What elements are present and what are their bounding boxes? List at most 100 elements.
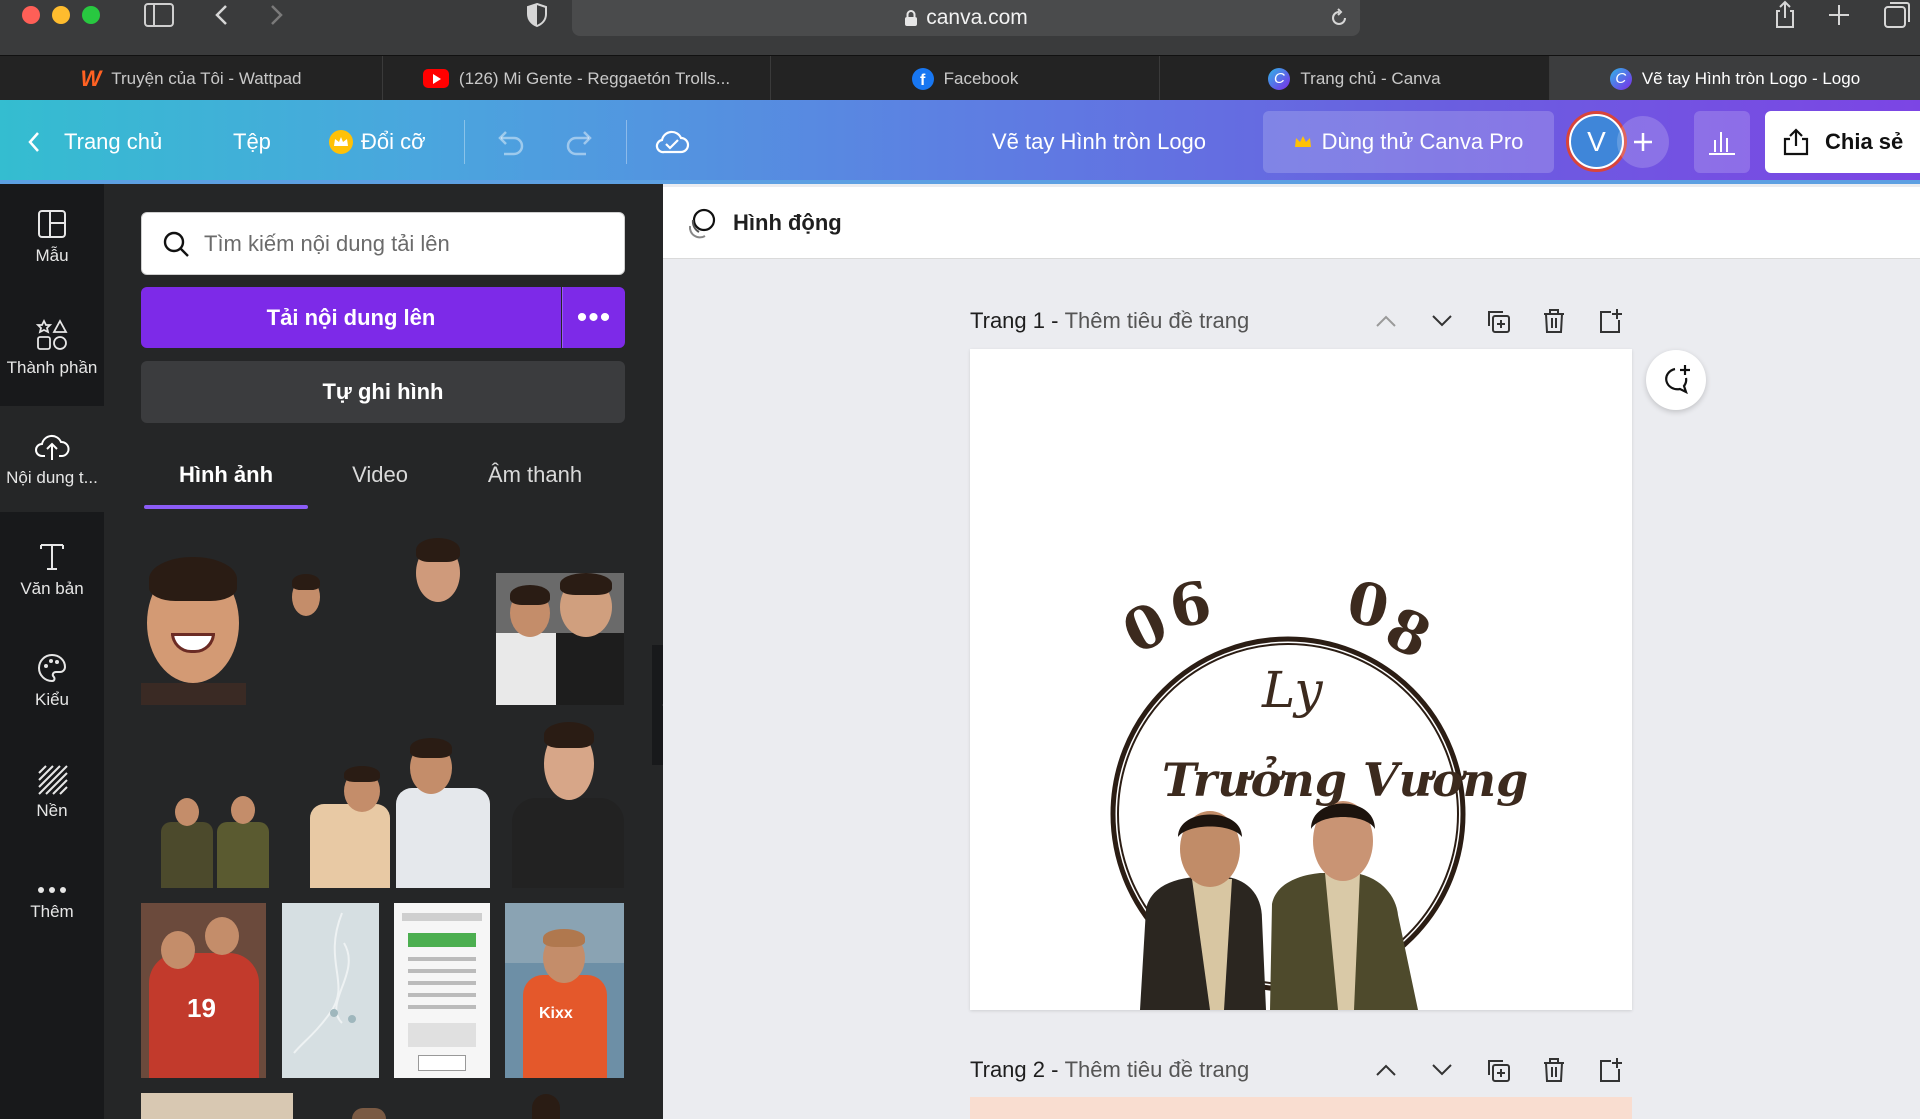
uploaded-image-thumbnail[interactable]: 19 (141, 903, 266, 1078)
palette-icon (38, 653, 67, 683)
browser-tab-wattpad[interactable]: W Truyện của Tôi - Wattpad (0, 56, 383, 101)
youtube-icon (422, 69, 449, 88)
move-page-down-icon[interactable] (1424, 1052, 1460, 1088)
move-page-up-icon[interactable] (1368, 1052, 1404, 1088)
logo-signature[interactable]: Ly (1262, 661, 1323, 719)
tab-overview-icon[interactable] (1882, 0, 1912, 30)
add-comment-button[interactable] (1646, 350, 1706, 410)
uploaded-image-thumbnail[interactable] (352, 1108, 386, 1119)
add-page-icon[interactable] (1592, 1052, 1628, 1088)
side-rail: Mẫu Thành phần Nội dung t... Văn bản Kiể… (0, 184, 104, 1119)
browser-tab-canva-logo[interactable]: C Vẽ tay Hình tròn Logo - Logo (1550, 56, 1920, 101)
active-tab-indicator (144, 505, 308, 509)
bar-chart-icon (1709, 132, 1735, 155)
document-title[interactable]: Vẽ tay Hình tròn Logo (992, 100, 1206, 184)
uploaded-image-thumbnail[interactable] (394, 903, 490, 1078)
uploaded-image-thumbnail[interactable] (157, 792, 273, 888)
tab-videos[interactable]: Video (330, 450, 430, 500)
record-yourself-button[interactable]: Tự ghi hình (141, 361, 625, 423)
browser-tab-strip: W Truyện của Tôi - Wattpad (126) Mi Gent… (0, 55, 1920, 101)
upload-more-options-button[interactable]: ••• (562, 287, 625, 348)
delete-page-icon[interactable] (1536, 303, 1572, 339)
share-label: Chia sẻ (1825, 129, 1904, 154)
move-page-up-icon[interactable] (1368, 303, 1404, 339)
undo-icon[interactable] (492, 128, 526, 156)
url-text: canva.com (926, 6, 1028, 29)
uploaded-image-thumbnail[interactable] (288, 572, 324, 620)
page-number-label: Trang 1 (970, 308, 1046, 333)
page-title-input[interactable]: Thêm tiêu đề trang (1065, 1057, 1250, 1083)
home-link[interactable]: Trang chủ (26, 100, 162, 184)
delete-page-icon[interactable] (1536, 1052, 1572, 1088)
header-divider (626, 120, 627, 164)
rail-item-background[interactable]: Nền (0, 739, 104, 845)
rail-item-uploads[interactable]: Nội dung t... (0, 406, 104, 512)
elements-icon (35, 318, 68, 350)
search-input[interactable] (204, 230, 584, 257)
duplicate-page-icon[interactable] (1480, 303, 1516, 339)
rail-label: Nội dung t... (6, 468, 98, 487)
page-2-header: Trang 2 - Thêm tiêu đề trang (970, 1057, 1250, 1083)
design-page-2[interactable] (970, 1097, 1632, 1119)
browser-tab-facebook[interactable]: f Facebook (771, 56, 1160, 101)
uploaded-image-thumbnail[interactable]: Kixx (505, 903, 624, 1078)
insights-button[interactable] (1694, 111, 1750, 173)
uploaded-image-thumbnail[interactable] (141, 555, 246, 705)
uploaded-image-thumbnail[interactable] (141, 1093, 293, 1119)
background-icon (38, 765, 68, 795)
uploaded-image-thumbnail[interactable] (496, 573, 624, 705)
sidebar-toggle-icon[interactable] (143, 2, 175, 28)
lock-icon (905, 10, 918, 26)
upload-media-button[interactable]: Tải nội dung lên (141, 287, 561, 348)
redo-icon[interactable] (564, 128, 598, 156)
design-page-1[interactable]: 0 6 0 8 Ly Trưởng Vương (970, 349, 1632, 1010)
address-bar[interactable]: canva.com (572, 0, 1360, 36)
tab-label: Trang chủ - Canva (1300, 68, 1441, 88)
pro-label: Dùng thử Canva Pro (1321, 129, 1524, 154)
rail-item-elements[interactable]: Thành phần (0, 295, 104, 401)
animate-label[interactable]: Hình động (733, 210, 842, 236)
close-window-button[interactable] (22, 6, 40, 24)
privacy-shield-icon[interactable] (526, 2, 548, 28)
browser-titlebar: canva.com (0, 0, 1920, 55)
minimize-window-button[interactable] (52, 6, 70, 24)
browser-tab-youtube[interactable]: (126) Mi Gente - Reggaetón Trolls... (383, 56, 771, 101)
rail-item-more[interactable]: Thêm (0, 850, 104, 956)
page-number-label: Trang 2 (970, 1057, 1046, 1082)
back-arrow-icon[interactable] (212, 2, 232, 28)
maximize-window-button[interactable] (82, 6, 100, 24)
uploaded-image-thumbnail[interactable] (412, 536, 464, 608)
add-page-icon[interactable] (1592, 303, 1628, 339)
text-icon (40, 544, 64, 570)
rail-item-text[interactable]: Văn bản (0, 517, 104, 623)
page-title-input[interactable]: Thêm tiêu đề trang (1065, 308, 1250, 334)
move-page-down-icon[interactable] (1424, 303, 1460, 339)
logo-name-text[interactable]: Trưởng Vương (1162, 753, 1528, 807)
resize-button[interactable]: Đổi cỡ (329, 100, 426, 184)
cloud-saved-icon[interactable] (654, 126, 690, 158)
search-field[interactable] (141, 212, 625, 275)
tab-audio[interactable]: Âm thanh (460, 450, 610, 500)
try-canva-pro-button[interactable]: Dùng thử Canva Pro (1263, 111, 1554, 173)
tab-label: Vẽ tay Hình tròn Logo - Logo (1641, 68, 1861, 88)
uploaded-image-thumbnail[interactable] (282, 903, 379, 1078)
file-menu[interactable]: Tệp (233, 100, 271, 184)
forward-arrow-icon[interactable] (266, 2, 286, 28)
share-page-icon[interactable] (1772, 0, 1798, 30)
add-collaborator-button[interactable] (1617, 116, 1669, 168)
crown-icon (1294, 136, 1311, 147)
rail-item-styles[interactable]: Kiểu (0, 628, 104, 734)
reload-icon[interactable] (1328, 7, 1350, 29)
uploaded-image-thumbnail[interactable] (310, 738, 490, 888)
facebook-icon: f (911, 67, 934, 90)
share-button[interactable]: Chia sẻ (1765, 111, 1920, 173)
uploaded-image-thumbnail[interactable] (532, 1094, 560, 1119)
rail-item-templates[interactable]: Mẫu (0, 184, 104, 290)
upload-share-icon (1783, 128, 1809, 156)
duplicate-page-icon[interactable] (1480, 1052, 1516, 1088)
tab-images[interactable]: Hình ảnh (144, 450, 308, 500)
animate-icon[interactable] (685, 206, 719, 240)
uploaded-image-thumbnail[interactable] (512, 722, 624, 888)
browser-tab-canva-home[interactable]: C Trang chủ - Canva (1160, 56, 1550, 101)
new-tab-icon[interactable] (1826, 2, 1852, 28)
